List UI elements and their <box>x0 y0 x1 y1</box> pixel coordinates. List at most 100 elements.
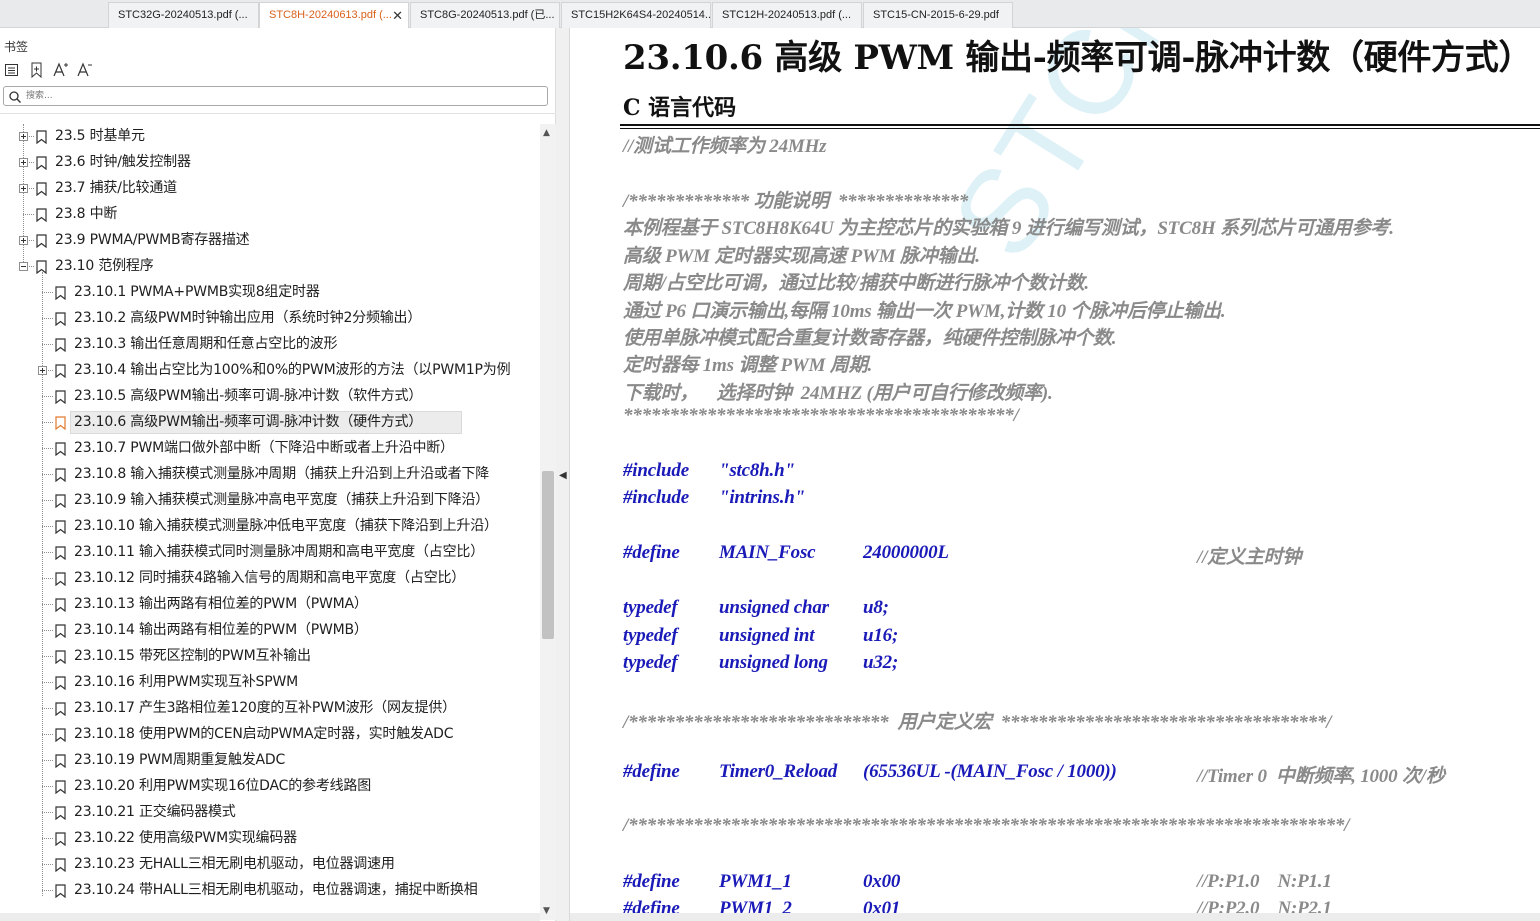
close-tab-icon[interactable]: ✕ <box>392 3 403 28</box>
bookmark-item[interactable]: 23.10.17 产生3路相位差120度的互补PWM波形（网友提供） <box>0 696 540 720</box>
collapse-panel-icon[interactable]: ◀ <box>559 470 567 481</box>
bookmark-item[interactable]: 23.10.7 PWM端口做外部中断（下降沿中断或者上升沿中断） <box>0 436 540 460</box>
code-line: 定时器每 1ms 调整 PWM 周期. <box>623 350 1533 376</box>
bookmark-item[interactable]: 23.10.21 正交编码器模式 <box>0 800 540 824</box>
tree-connector <box>42 890 53 891</box>
code-line: typedef unsigned long u32; <box>623 652 1533 676</box>
code-line: 通过 P6 口演示输出,每隔 10ms 输出一次 PWM,计数 10 个脉冲后停… <box>623 296 1533 322</box>
code-line: #define PWM1_1 0x00 //P:P1.0 N:P1.1 <box>623 871 1533 895</box>
code-token: #define <box>623 761 680 782</box>
bookmark-label: 23.10.16 利用PWM实现互补SPWM <box>74 674 299 690</box>
bookmark-icon <box>36 129 47 145</box>
bookmark-item[interactable]: 23.9 PWMA/PWMB寄存器描述 <box>0 228 540 252</box>
tree-connector <box>42 474 53 475</box>
tab-2[interactable]: STC8H-20240613.pdf (... ✕ <box>259 2 409 29</box>
bookmark-item[interactable]: 23.10.15 带死区控制的PWM互补输出 <box>0 644 540 668</box>
expand-icon[interactable] <box>19 132 28 141</box>
bookmark-icon <box>55 597 66 613</box>
bookmark-item[interactable]: 23.10 范例程序 <box>0 254 540 278</box>
bookmark-item[interactable]: 23.10.24 带HALL三相无刷电机驱动，电位器调速，捕捉中断换相 <box>0 878 540 902</box>
bookmark-item[interactable]: 23.10.10 输入捕获模式测量脉冲低电平宽度（捕获下降沿到上升沿） <box>0 514 540 538</box>
bookmark-horizontal-scrollbar[interactable] <box>0 913 540 921</box>
scroll-up-icon[interactable]: ▲ <box>543 128 550 138</box>
bookmark-item[interactable]: 23.10.12 同时捕获4路输入信号的周期和高电平宽度（占空比） <box>0 566 540 590</box>
bookmark-item[interactable]: 23.10.11 输入捕获模式同时测量脉冲周期和高电平宽度（占空比） <box>0 540 540 564</box>
bookmark-item[interactable]: 23.10.4 输出占空比为100%和0%的PWM波形的方法（以PWM1P为例 <box>0 358 540 382</box>
collapse-icon[interactable] <box>19 262 28 271</box>
tab-1[interactable]: STC32G-20240513.pdf (... <box>108 2 259 28</box>
code-line: //测试工作频率为 24MHz <box>623 131 1533 157</box>
bookmark-item[interactable]: 23.10.5 高级PWM输出-频率可调-脉冲计数（软件方式） <box>0 384 540 408</box>
tab-bar: STC32G-20240513.pdf (... STC8H-20240613.p… <box>0 0 1540 29</box>
search-icon <box>8 89 22 103</box>
document-horizontal-scrollbar[interactable] <box>570 913 1540 921</box>
tree-connector <box>42 682 53 683</box>
code-token: ****************************************… <box>623 405 1019 426</box>
document-view: STCMCU 23.10.6 高级 PWM 输出-频率可调-脉冲计数（硬件方式）… <box>570 28 1540 921</box>
bookmark-item[interactable]: 23.10.22 使用高级PWM实现编码器 <box>0 826 540 850</box>
expand-icon[interactable] <box>38 366 47 375</box>
bookmark-icon <box>55 519 66 535</box>
search-input[interactable] <box>26 88 541 104</box>
code-token: 高级 PWM 定时器实现高速 PWM 脉冲输出. <box>623 246 980 267</box>
bookmark-icon <box>55 623 66 639</box>
bookmark-item[interactable]: 23.10.19 PWM周期重复触发ADC <box>0 748 540 772</box>
font-increase-icon[interactable] <box>52 61 68 79</box>
expand-icon[interactable] <box>19 236 28 245</box>
bookmark-vertical-scrollbar[interactable]: ▲ ▼ <box>540 124 556 920</box>
code-token: u32; <box>863 652 899 673</box>
bookmark-search-box[interactable] <box>3 86 548 106</box>
bookmark-label: 23.10.24 带HALL三相无刷电机驱动，电位器调速，捕捉中断换相 <box>74 882 478 898</box>
tab-5[interactable]: STC12H-20240513.pdf (... <box>712 2 862 28</box>
code-token: u8; <box>863 597 889 618</box>
tree-connector <box>23 214 34 215</box>
scrollbar-thumb[interactable] <box>542 471 554 639</box>
code-line: typedef unsigned int u16; <box>623 625 1533 649</box>
bookmark-item[interactable]: 23.10.2 高级PWM时钟输出应用（系统时钟2分频输出） <box>0 306 540 330</box>
bookmark-item[interactable]: 23.5 时基单元 <box>0 124 540 148</box>
bookmark-item[interactable]: 23.7 捕获/比较通道 <box>0 176 540 200</box>
code-token: Timer0_Reload <box>719 761 838 782</box>
expand-icon[interactable] <box>19 158 28 167</box>
font-decrease-icon[interactable] <box>76 61 92 79</box>
bookmark-icon <box>55 779 66 795</box>
panel-splitter[interactable]: ◀ <box>556 28 570 921</box>
bookmark-icon <box>55 857 66 873</box>
bookmark-icon <box>55 545 66 561</box>
tab-6[interactable]: STC15-CN-2015-6-29.pdf <box>863 2 1013 28</box>
bookmark-item[interactable]: 23.10.23 无HALL三相无刷电机驱动，电位器调速用 <box>0 852 540 876</box>
collapse-all-icon[interactable] <box>4 61 20 79</box>
tab-label: STC12H-20240513.pdf (... <box>722 9 852 21</box>
bookmark-icon <box>36 233 47 249</box>
scroll-down-icon[interactable]: ▼ <box>543 906 550 916</box>
bookmark-add-icon[interactable] <box>29 61 45 79</box>
bookmark-item[interactable]: 23.8 中断 <box>0 202 540 226</box>
bookmark-item[interactable]: 23.10.8 输入捕获模式测量脉冲周期（捕获上升沿到上升沿或者下降 <box>0 462 540 486</box>
bookmark-item[interactable]: 23.10.16 利用PWM实现互补SPWM <box>0 670 540 694</box>
code-token: "intrins.h" <box>719 487 805 508</box>
tree-connector <box>42 318 53 319</box>
bookmark-label: 23.10.23 无HALL三相无刷电机驱动，电位器调速用 <box>74 856 395 872</box>
bookmark-item[interactable]: 23.10.18 使用PWM的CEN启动PWMA定时器，实时触发ADC <box>0 722 540 746</box>
code-line: #define Timer0_Reload (65536UL -(MAIN_Fosc… <box>623 761 1533 787</box>
tree-connector <box>42 760 53 761</box>
code-token: 0x00 <box>863 871 901 892</box>
bookmark-item[interactable]: 23.10.9 输入捕获模式测量脉冲高电平宽度（捕获上升沿到下降沿） <box>0 488 540 512</box>
bookmark-item[interactable]: 23.6 时钟/触发控制器 <box>0 150 540 174</box>
bookmark-item-selected[interactable]: 23.10.6 高级PWM输出-频率可调-脉冲计数（硬件方式） <box>0 410 540 434</box>
tree-connector <box>42 292 53 293</box>
bookmark-item[interactable]: 23.10.3 输出任意周期和任意占空比的波形 <box>0 332 540 356</box>
bookmark-item[interactable]: 23.10.1 PWMA+PWMB实现8组定时器 <box>0 280 540 304</box>
bookmark-icon <box>55 467 66 483</box>
tab-3[interactable]: STC8G-20240513.pdf (已... <box>410 2 560 28</box>
tab-4[interactable]: STC15H2K64S4-20240514... <box>561 2 711 28</box>
bookmark-icon <box>36 181 47 197</box>
bookmark-label: 23.10.2 高级PWM时钟输出应用（系统时钟2分频输出） <box>74 310 422 326</box>
bookmark-item[interactable]: 23.10.20 利用PWM实现16位DAC的参考线路图 <box>0 774 540 798</box>
bookmark-item[interactable]: 23.10.13 输出两路有相位差的PWM（PWMA） <box>0 592 540 616</box>
tree-connector <box>42 812 53 813</box>
bookmark-label: 23.10.6 高级PWM输出-频率可调-脉冲计数（硬件方式） <box>74 414 423 430</box>
bookmark-item[interactable]: 23.10.14 输出两路有相位差的PWM（PWMB） <box>0 618 540 642</box>
bookmark-icon <box>55 701 66 717</box>
expand-icon[interactable] <box>19 184 28 193</box>
